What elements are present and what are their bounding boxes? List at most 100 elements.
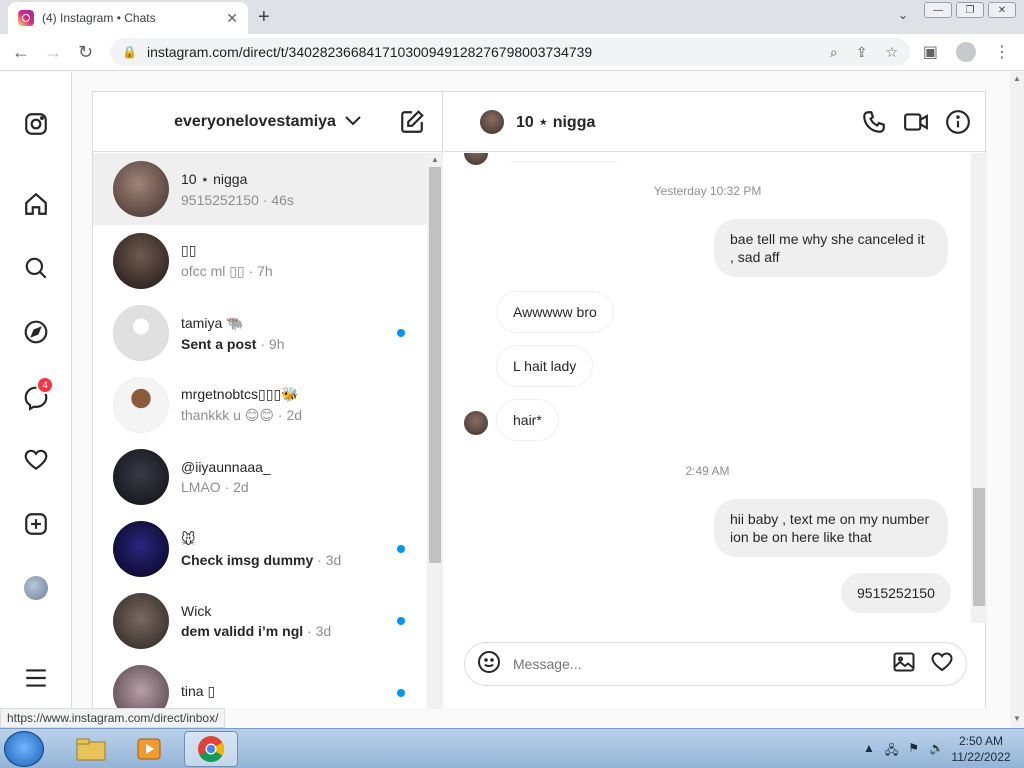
thread-item[interactable]: 10 ⋆ nigga 9515252150 · 46s (93, 153, 427, 225)
scroll-down-arrow-icon[interactable]: ▼ (1013, 714, 1021, 723)
lock-icon[interactable]: 🔒 (122, 45, 137, 59)
messenger-icon[interactable]: 4 (22, 376, 54, 412)
account-switcher[interactable]: everyonelovestamiya (174, 113, 336, 131)
previous-message-edge (510, 161, 618, 162)
page-scrollbar[interactable]: ▲ ▼ (1010, 72, 1024, 728)
timestamp: Yesterday 10:32 PM (653, 184, 762, 198)
avatar (113, 161, 169, 217)
thread-item[interactable]: 🐭 Check imsg dummy · 3d (93, 513, 427, 585)
back-icon[interactable]: ← (12, 42, 30, 63)
chevron-down-icon[interactable] (344, 114, 362, 130)
forward-icon[interactable]: → (44, 42, 62, 63)
thread-name: @iiyaunnaaa_ (181, 459, 271, 475)
reload-icon[interactable]: ↻ (78, 42, 93, 63)
system-tray: ▲ 🖧 ⚑ 🔊 (863, 741, 944, 762)
menu-kebab-icon[interactable]: ⋮ (994, 42, 1010, 62)
scrollbar-thumb[interactable] (973, 488, 985, 606)
clock-time: 2:50 AM (958, 734, 1004, 748)
instagram-logo-icon[interactable] (22, 110, 50, 138)
received-message[interactable]: hair* (496, 399, 559, 441)
thread-list: 10 ⋆ nigga 9515252150 · 46s ▯▯ ofcc ml ▯… (93, 153, 427, 709)
message-badge: 4 (36, 376, 54, 394)
thread-name: 10 ⋆ nigga (181, 170, 248, 187)
address-url[interactable]: instagram.com/direct/t/34028236684171030… (147, 44, 830, 60)
instagram-favicon-icon (18, 10, 34, 26)
thread-item[interactable]: @iiyaunnaaa_ LMAO · 2d (93, 441, 427, 513)
profile-avatar-icon[interactable] (956, 42, 976, 62)
thread-preview: ofcc ml ▯▯ · 7h (181, 263, 273, 279)
profile-avatar[interactable] (24, 576, 48, 600)
restore-icon[interactable]: ❐ (956, 2, 984, 18)
side-panel-icon[interactable]: ▣ (923, 42, 938, 62)
scrollbar-thumb[interactable] (429, 167, 441, 563)
home-icon[interactable] (22, 190, 50, 218)
thread-name: tina ▯ (181, 682, 216, 699)
address-bar[interactable]: 🔒 instagram.com/direct/t/340282366841710… (110, 38, 910, 66)
network-icon[interactable]: 🖧 (885, 741, 898, 762)
bookmark-star-icon[interactable]: ☆ (885, 44, 898, 61)
conversation-scrollbar[interactable] (971, 153, 987, 623)
minimize-icon[interactable]: — (924, 2, 952, 18)
action-center-flag-icon[interactable]: ⚑ (908, 741, 919, 762)
chrome-taskbar-icon[interactable] (184, 731, 238, 767)
sent-message[interactable]: 9515252150 (841, 573, 951, 613)
unread-dot (397, 329, 405, 337)
notifications-heart-icon[interactable] (22, 446, 50, 474)
video-call-icon[interactable] (903, 109, 929, 140)
unread-dot (397, 689, 405, 697)
thread-item[interactable]: Wick dem validd i’m ngl · 3d (93, 585, 427, 657)
instagram-page: 4 everyonelovestamiya 10 ⋆ nigga 9515252… (0, 72, 1010, 709)
like-heart-icon[interactable] (930, 650, 954, 679)
scroll-up-arrow-icon[interactable]: ▲ (431, 155, 439, 164)
thread-name: ▯▯ (181, 242, 197, 258)
received-message[interactable]: Awwwww bro (496, 291, 614, 333)
media-player-icon[interactable] (122, 731, 176, 767)
new-tab-icon[interactable]: + (258, 6, 270, 29)
thread-name: tamiya 🐃 (181, 314, 244, 331)
message-input[interactable] (513, 656, 892, 672)
volume-icon[interactable]: 🔊 (929, 741, 944, 762)
contact-name[interactable]: 10 ⋆ nigga (516, 112, 595, 132)
more-menu-icon[interactable] (22, 664, 50, 692)
thread-item[interactable]: mrgetnobtcs▯▯▯🐝 thankkk u 😊😊 · 2d (93, 369, 427, 441)
contact-avatar[interactable] (480, 109, 504, 134)
thread-item[interactable]: tamiya 🐃 Sent a post · 9h (93, 297, 427, 369)
browser-tabstrip: (4) Instagram • Chats ✕ + ⌄ — ❐ ✕ (0, 0, 1024, 34)
audio-call-icon[interactable] (861, 109, 887, 140)
tray-expand-icon[interactable]: ▲ (863, 741, 875, 762)
search-icon[interactable] (22, 254, 50, 282)
zoom-search-icon[interactable]: ⌕ (830, 44, 838, 61)
tab-search-chevron-icon[interactable]: ⌄ (898, 8, 908, 22)
taskbar-clock[interactable]: 2:50 AM 11/22/2022 (946, 733, 1016, 765)
received-message[interactable]: L hait lady (496, 345, 594, 387)
conversation-info-icon[interactable] (945, 109, 971, 140)
scroll-up-arrow-icon[interactable]: ▲ (1013, 74, 1021, 83)
thread-item[interactable]: tina ▯ (93, 657, 427, 709)
thread-item[interactable]: ▯▯ ofcc ml ▯▯ · 7h (93, 225, 427, 297)
create-plus-icon[interactable] (22, 510, 50, 538)
explore-compass-icon[interactable] (22, 318, 50, 346)
message-composer (464, 642, 967, 686)
sent-message[interactable]: hii baby , text me on my number ion be o… (714, 499, 948, 557)
avatar (113, 449, 169, 505)
sent-message[interactable]: bae tell me why she canceled it , sad af… (714, 219, 948, 277)
sender-avatar (464, 411, 488, 435)
tab-close-icon[interactable]: ✕ (226, 10, 238, 27)
thread-list-scrollbar[interactable]: ▲ (427, 153, 443, 709)
emoji-icon[interactable] (477, 650, 501, 679)
start-button[interactable] (4, 731, 44, 767)
browser-tab[interactable]: (4) Instagram • Chats ✕ (8, 2, 248, 34)
thread-preview: dem validd i’m ngl · 3d (181, 623, 332, 639)
new-message-icon[interactable] (399, 109, 425, 135)
message-thread: Yesterday 10:32 PM bae tell me why she c… (444, 153, 971, 623)
conversation-header: 10 ⋆ nigga (444, 92, 987, 152)
unread-dot (397, 545, 405, 553)
thread-name: mrgetnobtcs▯▯▯🐝 (181, 386, 299, 402)
unread-dot (397, 617, 405, 625)
file-explorer-icon[interactable] (64, 731, 118, 767)
sender-avatar (464, 153, 488, 165)
tab-title: (4) Instagram • Chats (42, 11, 156, 25)
share-icon[interactable]: ⇪ (856, 44, 868, 61)
image-upload-icon[interactable] (892, 650, 916, 679)
window-close-icon[interactable]: ✕ (988, 2, 1016, 18)
